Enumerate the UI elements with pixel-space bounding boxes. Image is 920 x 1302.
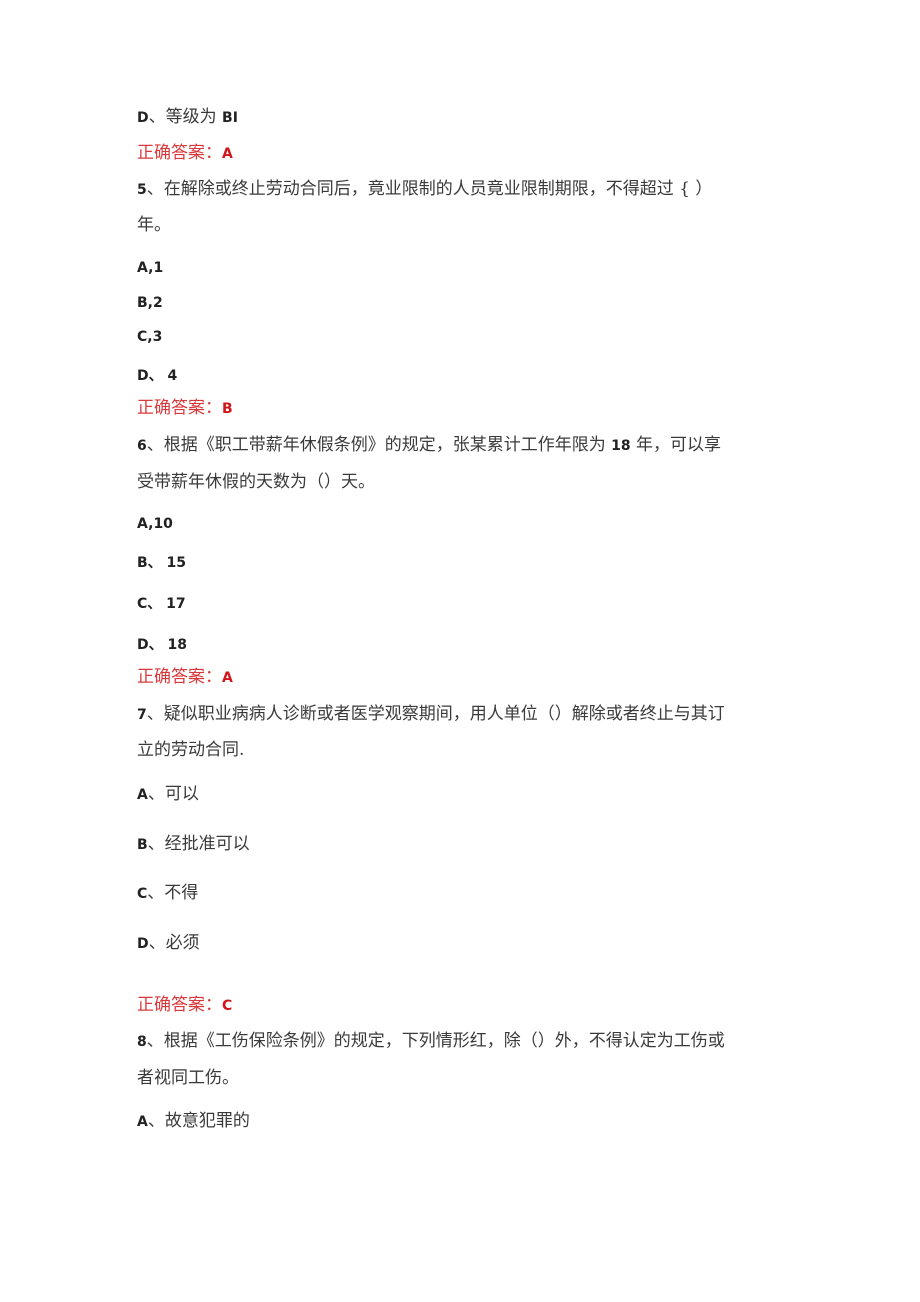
option-letter: C	[137, 886, 148, 902]
question-6-line-2: 受带薪年休假的天数为（）天。	[137, 472, 375, 492]
option-letter: D	[137, 936, 149, 952]
option-q6-b: B、 15	[137, 552, 186, 573]
option-value: 4	[167, 368, 178, 384]
question-5-line-2: 年。	[137, 215, 171, 235]
option-text-suffix: BI	[222, 110, 238, 126]
question-7-line-1: 7、疑似职业病病人诊断或者医学观察期间，用人单位（）解除或者终止与其订	[137, 704, 725, 725]
option-letter: A	[137, 1114, 148, 1130]
option-separator: 、	[147, 555, 167, 571]
option-letter: A	[137, 260, 149, 276]
option-value: 17	[166, 596, 186, 612]
option-q6-c: C、 17	[137, 593, 186, 614]
option-q8-a: A、故意犯罪的	[137, 1111, 250, 1132]
option-separator: 、	[147, 834, 165, 854]
question-number: 5	[137, 182, 147, 198]
question-6-line-1: 6、根据《职工带薪年休假条例》的规定，张某累计工作年限为 18 年，可以享	[137, 435, 721, 456]
question-number: 7	[137, 707, 147, 723]
answer-q7: 正确答案：C	[137, 995, 232, 1016]
answer-label: 正确答案：	[137, 398, 222, 418]
answer-value: C	[222, 998, 233, 1014]
option-letter: B	[137, 837, 148, 853]
option-text: 不得	[164, 883, 199, 903]
option-text: 可以	[164, 784, 199, 804]
question-text-number: 18	[611, 438, 631, 454]
option-letter: B	[137, 295, 148, 311]
option-q5-b: B,2	[137, 292, 163, 313]
answer-label: 正确答案：	[137, 143, 222, 163]
answer-q4: 正确答案：A	[137, 143, 233, 164]
option-text: 必须	[165, 933, 200, 953]
answer-label: 正确答案：	[137, 995, 222, 1015]
option-separator: 、	[148, 368, 168, 384]
answer-value: B	[222, 401, 233, 417]
question-separator: 、	[146, 1031, 164, 1051]
option-q7-c: C、不得	[137, 883, 198, 904]
option-value: 2	[153, 295, 163, 311]
option-separator: 、	[147, 784, 165, 804]
option-q6-d: D、 18	[137, 634, 187, 655]
question-text: 受带薪年休假的天数为（）天。	[137, 472, 375, 492]
option-text: 等级为	[165, 107, 223, 127]
option-value: 1	[153, 260, 164, 276]
answer-value: A	[222, 146, 233, 162]
question-5-line-1: 5、在解除或终止劳动合同后，竟业限制的人员竟业限制期限，不得超过 { ）	[137, 179, 712, 200]
option-letter: D	[137, 110, 149, 126]
option-q7-a: A、可以	[137, 784, 199, 805]
question-text: 疑似职业病病人诊断或者医学观察期间，用人单位（）解除或者终止与其订	[163, 704, 725, 724]
option-q5-c: C,3	[137, 326, 162, 347]
question-separator: 、	[146, 435, 164, 455]
option-q7-b: B、经批准可以	[137, 834, 250, 855]
question-separator: 、	[146, 179, 164, 199]
question-8-line-2: 者视同工伤。	[137, 1068, 239, 1088]
option-text: 经批准可以	[164, 834, 250, 854]
question-text: 年，可以享	[630, 435, 722, 455]
answer-q6: 正确答案：A	[137, 667, 233, 688]
option-value: 18	[167, 637, 187, 653]
option-letter: A	[137, 787, 148, 803]
option-q7-d: D、必须	[137, 933, 200, 954]
question-text: 者视同工伤。	[137, 1068, 239, 1088]
question-text: 根据《职工带薪年休假条例》的规定，张某累计工作年限为	[163, 435, 612, 455]
option-letter: C	[137, 596, 148, 612]
option-separator: 、	[147, 1111, 165, 1131]
answer-label: 正确答案：	[137, 667, 222, 687]
question-text: 根据《工伤保险条例》的规定，下列情形红，除（）外，不得认定为工伤或	[163, 1031, 725, 1051]
question-text: 在解除或终止劳动合同后，竟业限制的人员竟业限制期限，不得超过 { ）	[163, 179, 713, 199]
answer-q5: 正确答案：B	[137, 398, 233, 419]
question-number: 8	[137, 1034, 147, 1050]
question-7-line-2: 立的劳动合同.	[137, 740, 244, 760]
option-separator: 、	[147, 596, 167, 612]
option-separator: 、	[147, 883, 165, 903]
option-separator: 、	[148, 637, 168, 653]
answer-value: A	[222, 670, 233, 686]
option-q6-a: A,10	[137, 513, 173, 534]
option-letter: B	[137, 555, 148, 571]
option-separator: 、	[148, 933, 166, 953]
option-q4-d: D、等级为 BI	[137, 107, 238, 128]
question-separator: 、	[146, 704, 164, 724]
option-value: 10	[153, 516, 173, 532]
option-value: 3	[152, 329, 163, 345]
question-number: 6	[137, 438, 147, 454]
option-letter: C	[137, 329, 148, 345]
option-letter: D	[137, 637, 149, 653]
option-text: 故意犯罪的	[164, 1111, 250, 1131]
option-q5-a: A,1	[137, 257, 163, 278]
question-8-line-1: 8、根据《工伤保险条例》的规定，下列情形红，除（）外，不得认定为工伤或	[137, 1031, 725, 1052]
option-letter: D	[137, 368, 149, 384]
question-text: 年。	[137, 215, 171, 235]
option-letter: A	[137, 516, 149, 532]
question-text: 立的劳动合同.	[137, 740, 245, 760]
option-value: 15	[166, 555, 187, 571]
option-separator: 、	[148, 107, 166, 127]
option-q5-d: D、 4	[137, 365, 177, 386]
